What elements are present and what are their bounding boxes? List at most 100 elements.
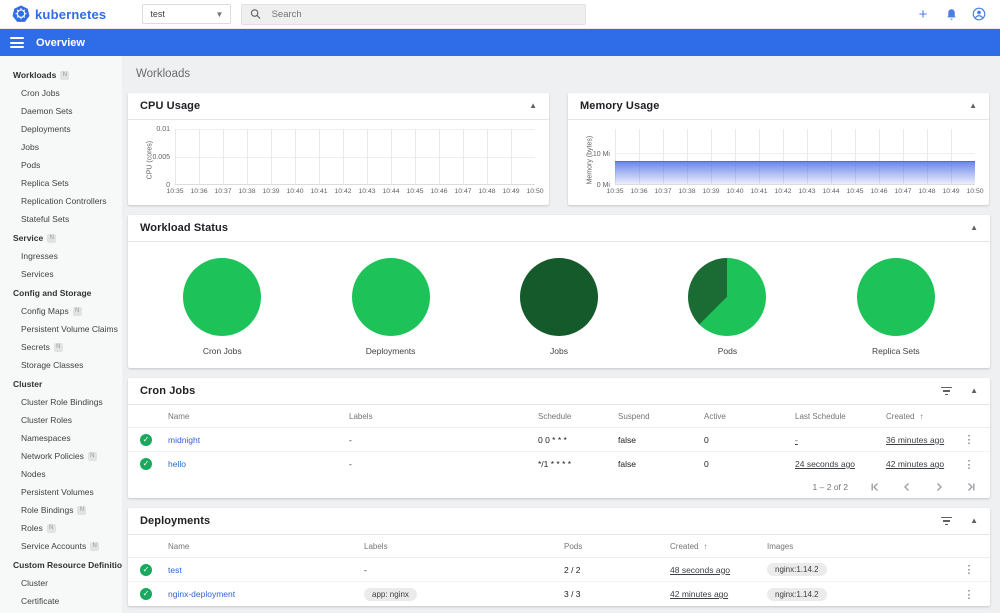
pie-label: Replica Sets [871,346,920,356]
column-header-last-schedule[interactable]: Last Schedule [795,412,886,421]
sidebar-item-daemon-sets[interactable]: Daemon Sets [0,102,122,120]
collapse-icon[interactable]: ▲ [529,102,537,110]
namespace-selector[interactable]: test ▼ [142,4,232,24]
column-header-name[interactable]: Name [168,542,364,551]
memory-usage-area [615,161,975,184]
sidebar-item-secrets[interactable]: Secrets N [0,338,122,356]
x-tick-label: 10:38 [678,188,696,195]
resource-link[interactable]: midnight [168,435,349,445]
first-page-icon[interactable] [870,482,880,492]
column-header-labels[interactable]: Labels [364,542,564,551]
memory-y-ticks: 0 Mi 10 Mi [585,129,615,189]
collapse-icon[interactable]: ▲ [970,224,978,232]
collapse-icon[interactable]: ▲ [969,102,977,110]
menu-toggle-button[interactable] [10,37,24,48]
filter-icon[interactable] [941,516,953,526]
sidebar-item-persistent-volumes[interactable]: Persistent Volumes [0,483,122,501]
sidebar-item-cluster-roles[interactable]: Cluster Roles [0,411,122,429]
sidebar-item-deployments[interactable]: Deployments [0,120,122,138]
sidebar-item-nodes[interactable]: Nodes [0,465,122,483]
pie-chart [856,258,935,336]
column-header-images[interactable]: Images [767,542,960,551]
chevron-down-icon: ▼ [215,9,224,19]
pie-label: Deployments [365,346,416,356]
sidebar-item-storage-classes[interactable]: Storage Classes [0,356,122,374]
row-menu-button[interactable]: ⋮ [960,588,978,601]
sidebar-item-cluster[interactable]: Cluster [0,574,122,592]
column-header-name[interactable]: Name [168,412,349,421]
collapse-icon[interactable]: ▲ [970,387,978,395]
sidebar-item-services[interactable]: Services [0,265,122,283]
column-header-created[interactable]: Created ↑ [670,542,767,551]
y-tick-label: 0.01 [156,126,170,134]
images-cell: nginx:1.14.2 [767,587,960,601]
table-row: ✓ nginx-deployment app: nginx 3 / 3 42 minut… [128,582,990,606]
resource-link[interactable]: hello [168,459,349,469]
new-badge: N [90,541,100,551]
search-input[interactable] [271,8,578,20]
chip: nginx:1.14.2 [767,563,827,576]
sidebar-item-label: Cluster Roles [21,415,73,425]
sidebar-item-jobs[interactable]: Jobs [0,138,122,156]
x-tick-label: 10:45 [846,188,864,195]
column-header-schedule[interactable]: Schedule [538,412,618,421]
x-tick-label: 10:37 [654,188,672,195]
sidebar-item-cluster-role-bindings[interactable]: Cluster Role Bindings [0,393,122,411]
resource-link[interactable]: nginx-deployment [168,589,364,599]
x-tick-label: 10:39 [262,188,280,195]
resource-link[interactable]: test [168,565,364,575]
search-bar[interactable] [241,3,587,25]
sidebar-item-config-maps[interactable]: Config Maps N [0,302,122,320]
x-tick-label: 10:48 [918,188,936,195]
sidebar-item-service-accounts[interactable]: Service Accounts N [0,537,122,555]
sidebar-item-certificate[interactable]: Certificate [0,592,122,610]
sidebar-item-network-policies[interactable]: Network Policies N [0,447,122,465]
last-schedule-cell: 24 seconds ago [795,459,856,469]
collapse-icon[interactable]: ▲ [970,517,978,525]
column-header-labels[interactable]: Labels [349,412,538,421]
memory-x-ticks: 10:35 10:36 10:37 10:38 10:39 10:40 10:41 10:42… [606,188,983,201]
cpu-x-ticks: 10:35 10:36 10:37 10:38 10:39 10:40 10:41 10:42… [166,188,543,201]
sidebar-section-label: Custom Resource Definitions [13,560,122,570]
sidebar-item-role-bindings[interactable]: Role Bindings N [0,501,122,519]
sidebar-item-roles[interactable]: Roles N [0,519,122,537]
deployments-table: Name Labels Pods Created ↑ Images ✓ test - 2 / 2 4… [128,535,990,606]
sidebar-item-label: Persistent Volume Claims [21,324,118,334]
sidebar-item-pods[interactable]: Pods [0,156,122,174]
pie-chart [183,258,262,336]
x-tick-label: 10:39 [702,188,720,195]
kubernetes-logo[interactable]: kubernetes [0,5,118,23]
create-resource-button[interactable]: + [916,7,930,22]
notifications-button[interactable] [944,7,958,21]
sidebar-item-label: Pods [21,160,41,170]
suspend-cell: false [618,434,636,445]
column-header-created[interactable]: Created ↑ [886,412,960,421]
column-header-suspend[interactable]: Suspend [618,412,704,421]
sidebar-item-replication-controllers[interactable]: Replication Controllers [0,192,122,210]
pagination-range: 1 – 2 of 2 [812,482,848,492]
row-menu-button[interactable]: ⋮ [960,563,978,576]
column-header-active[interactable]: Active [704,412,795,421]
workload-pie-cron-jobs: Cron Jobs [138,258,306,356]
sidebar-item-persistent-volume-claims[interactable]: Persistent Volume ClaimsN [0,320,122,338]
row-menu-button[interactable]: ⋮ [960,433,978,446]
row-menu-button[interactable]: ⋮ [960,458,978,471]
user-menu-button[interactable] [972,7,986,21]
sidebar-item-namespaces[interactable]: Namespaces [0,429,122,447]
sidebar-item-cron-jobs[interactable]: Cron Jobs [0,84,122,102]
sidebar-item-stateful-sets[interactable]: Stateful Sets [0,210,122,228]
sidebar-item-ingresses[interactable]: Ingresses [0,247,122,265]
sidebar-item-label: Services [21,269,54,279]
sidebar-item-label: Replication Controllers [21,196,107,206]
sidebar-section-custom-resource-definitions: Custom Resource Definitions [0,555,122,574]
previous-page-icon[interactable] [902,482,912,492]
next-page-icon[interactable] [934,482,944,492]
sidebar-item-label: Cluster Role Bindings [21,397,103,407]
pie-chart [688,258,767,336]
last-page-icon[interactable] [966,482,976,492]
cpu-chart-plot [175,129,535,185]
topbar-actions: + [916,7,1000,22]
column-header-pods[interactable]: Pods [564,542,670,551]
sidebar-item-replica-sets[interactable]: Replica Sets [0,174,122,192]
filter-icon[interactable] [941,386,953,396]
